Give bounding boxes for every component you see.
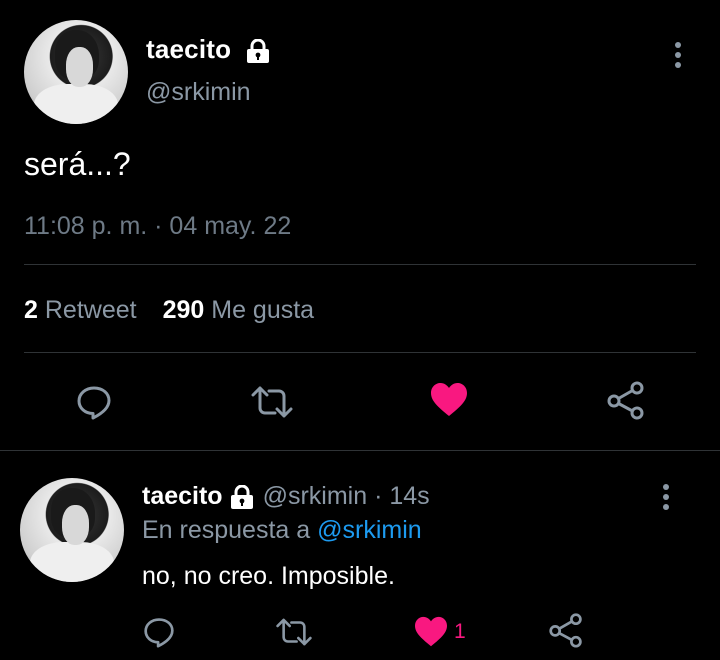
heart-icon[interactable] (430, 382, 468, 418)
replying-to: En respuesta a @srkimin (142, 516, 422, 545)
author-handle[interactable]: @srkimin (146, 78, 251, 107)
author-name-row: taecito (146, 34, 271, 65)
more-options-icon[interactable] (674, 42, 682, 72)
retweets-stat[interactable]: 2 Retweet (24, 296, 137, 324)
likes-label: Me gusta (211, 296, 315, 324)
retweet-icon[interactable] (250, 386, 294, 418)
heart-icon[interactable] (414, 616, 448, 648)
author-display-name[interactable]: taecito (146, 34, 231, 64)
likes-count: 290 (162, 296, 205, 324)
retweets-count: 2 (24, 296, 38, 324)
share-icon[interactable] (606, 380, 646, 420)
retweets-label: Retweet (44, 296, 137, 324)
lock-icon (246, 39, 269, 64)
tweet-timestamp[interactable]: 11:08 p. m. · 04 may. 22 (24, 212, 291, 241)
engagement-stats: 2 Retweet 290 Me gusta (24, 296, 314, 325)
avatar[interactable] (20, 478, 124, 582)
more-options-icon[interactable] (662, 484, 670, 514)
reply-handle-time[interactable]: @srkimin · 14s (263, 482, 430, 510)
share-icon[interactable] (548, 612, 584, 648)
retweet-icon[interactable] (275, 618, 313, 646)
reply-like-count: 1 (454, 620, 466, 643)
divider (24, 264, 696, 265)
lock-icon (230, 485, 253, 510)
reply-icon[interactable] (143, 616, 175, 648)
reply-icon[interactable] (76, 384, 112, 420)
tweet-text: será...? (24, 146, 131, 182)
avatar[interactable] (24, 20, 128, 124)
divider (0, 450, 720, 451)
reply-display-name[interactable]: taecito (142, 482, 223, 510)
divider (24, 352, 696, 353)
likes-stat[interactable]: 290 Me gusta (163, 296, 315, 324)
replying-to-mention[interactable]: @srkimin (317, 516, 422, 544)
replying-to-label: En respuesta a (142, 516, 311, 544)
reply-text: no, no creo. Imposible. (142, 562, 395, 590)
main-tweet: taecito @srkimin será...? 11:08 p. m. · … (0, 0, 720, 450)
reply-header: taecito @srkimin · 14s (142, 482, 430, 511)
